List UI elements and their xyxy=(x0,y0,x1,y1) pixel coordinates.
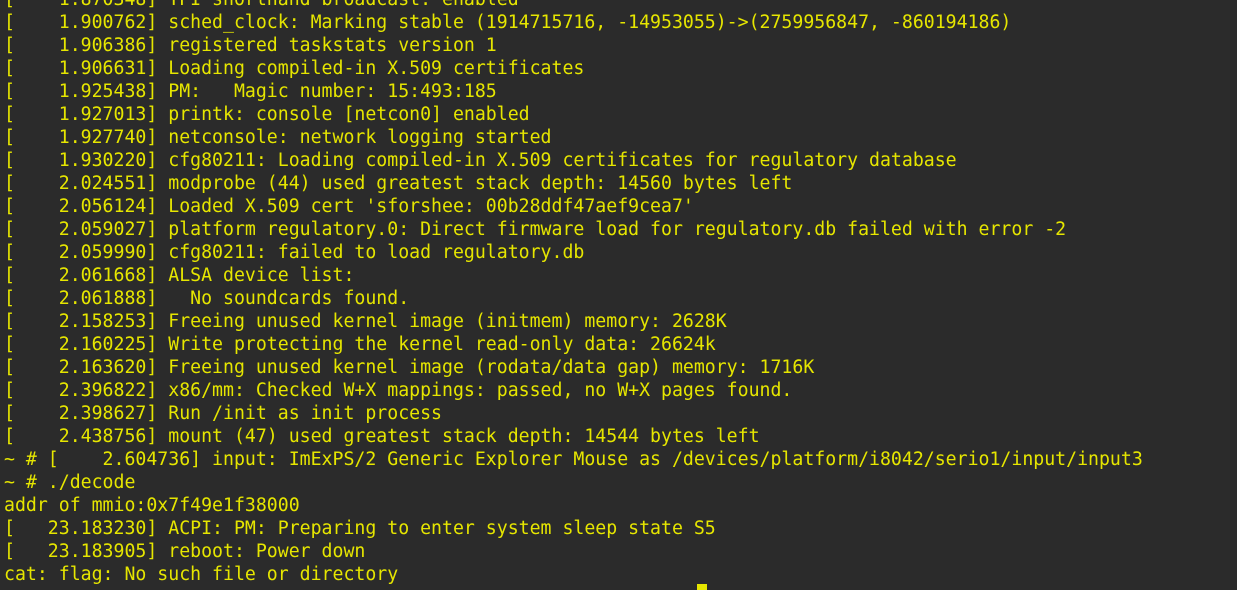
terminal-line: [ 2.396822] x86/mm: Checked W+X mappings… xyxy=(4,380,793,401)
terminal-line: [ 2.059027] platform regulatory.0: Direc… xyxy=(4,219,1067,240)
terminal-output: [ 1.870348] TPI shorthand broadcast: ena… xyxy=(4,0,1143,586)
terminal-line: [ 2.056124] Loaded X.509 cert 'sforshee:… xyxy=(4,196,694,217)
terminal-line: [ 2.160225] Write protecting the kernel … xyxy=(4,334,716,355)
terminal-line: [ 1.927013] printk: console [netcon0] en… xyxy=(4,104,530,125)
terminal-line: ~ # [ 2.604736] input: ImExPS/2 Generic … xyxy=(4,449,1143,470)
terminal-line: [ 2.061888] No soundcards found. xyxy=(4,288,410,309)
terminal-line: [ 1.870348] TPI shorthand broadcast: ena… xyxy=(4,0,1143,11)
terminal-cursor xyxy=(697,584,707,590)
terminal-line: [ 2.059990] cfg80211: failed to load reg… xyxy=(4,242,585,263)
terminal-line: [ 1.927740] netconsole: network logging … xyxy=(4,127,552,148)
terminal-line: [ 2.061668] ALSA device list: xyxy=(4,265,355,286)
terminal-line: [ 2.398627] Run /init as init process xyxy=(4,403,442,424)
terminal-line: [ 1.906631] Loading compiled-in X.509 ce… xyxy=(4,58,585,79)
terminal-line: [ 2.163620] Freeing unused kernel image … xyxy=(4,357,815,378)
terminal-line: [ 1.925438] PM: Magic number: 15:493:185 xyxy=(4,81,497,102)
terminal-line: [ 2.438756] mount (47) used greatest sta… xyxy=(4,426,760,447)
terminal-line: [ 1.906386] registered taskstats version… xyxy=(4,35,497,56)
terminal-window[interactable]: [ 1.870348] TPI shorthand broadcast: ena… xyxy=(0,0,1237,590)
terminal-line: addr of mmio:0x7f49e1f38000 xyxy=(4,495,300,516)
terminal-line: [ 2.024551] modprobe (44) used greatest … xyxy=(4,173,793,194)
terminal-line: [ 1.930220] cfg80211: Loading compiled-i… xyxy=(4,150,957,171)
terminal-line: [ 23.183230] ACPI: PM: Preparing to ente… xyxy=(4,518,716,539)
terminal-line: [ 23.183905] reboot: Power down xyxy=(4,541,366,562)
terminal-line: [ 1.900762] sched_clock: Marking stable … xyxy=(4,12,1012,33)
terminal-line: [ 2.158253] Freeing unused kernel image … xyxy=(4,311,727,332)
terminal-line: cat: flag: No such file or directory xyxy=(4,564,399,585)
terminal-line: ~ # ./decode xyxy=(4,472,136,493)
